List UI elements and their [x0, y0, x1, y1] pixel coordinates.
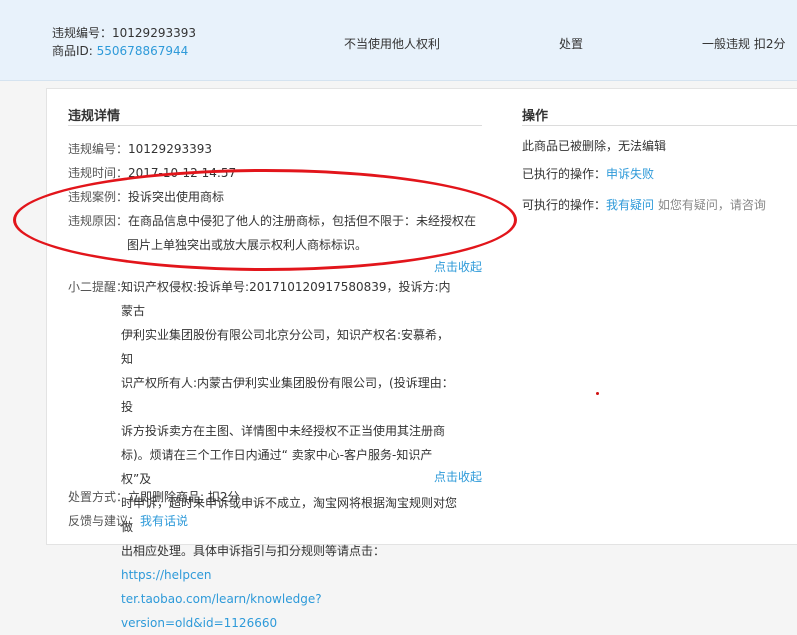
detail-feedback-row: 反馈与建议：我有话说: [68, 509, 188, 533]
operations-divider: [522, 125, 797, 126]
tip-line: 标)。烦请在三个工作日内通过“ 卖家中心-客户服务-知识产权”及: [121, 448, 433, 486]
summary-violation-id: 违规编号：10129293393: [52, 24, 196, 42]
summary-action: 处置: [559, 37, 584, 51]
appeal-failed-link[interactable]: 申诉失败: [606, 167, 654, 181]
tip-line: 诉方投诉卖方在主图、详情图中未经授权不正当使用其注册商: [121, 424, 446, 438]
collapse-tip-link[interactable]: 点击收起: [434, 468, 482, 485]
help-center-link-continued[interactable]: ter.taobao.com/learn/knowledge?version=o…: [121, 592, 322, 630]
detail-reason-row: 违规原因：在商品信息中侵犯了他人的注册商标，包括但不限于：未经授权在: [68, 209, 476, 233]
detail-id-row: 违规编号：10129293393: [68, 137, 212, 161]
available-hint: 如您有疑问，请咨询: [654, 198, 766, 212]
detail-time-row: 违规时间：2017-10-12 14:57: [68, 161, 236, 185]
details-title: 违规详情: [68, 109, 121, 124]
violation-detail-card: 违规详情 违规编号：10129293393 违规时间：2017-10-12 14…: [46, 88, 797, 630]
summary-id-column: 违规编号：10129293393 商品ID: 550678867944: [52, 24, 196, 60]
feedback-link[interactable]: 我有话说: [140, 514, 188, 528]
detail-case-value: 投诉突出使用商标: [128, 190, 225, 204]
detail-id-value: 10129293393: [128, 142, 212, 156]
executed-ops-row: 已执行的操作：申诉失败: [522, 164, 654, 184]
detail-reason-label: 违规原因：: [68, 214, 129, 228]
summary-violation-id-value: 10129293393: [112, 26, 196, 40]
have-question-link[interactable]: 我有疑问: [606, 198, 654, 212]
handling-value: 立即删除商品; 扣2分: [128, 490, 240, 504]
red-annotation-dot: [596, 392, 599, 395]
tip-link-continued: ter.taobao.com/learn/knowledge?version=o…: [121, 587, 461, 635]
operations-title: 操作: [522, 109, 549, 124]
detail-handling-row: 处置方式：立即删除商品; 扣2分: [68, 485, 240, 509]
detail-time-value: 2017-10-12 14:57: [128, 166, 237, 180]
summary-reason: 不当使用他人权利: [344, 37, 441, 51]
detail-case-label: 违规案例：: [68, 190, 129, 204]
detail-tip-label: 小二提醒：: [68, 275, 128, 299]
detail-reason-line1: 在商品信息中侵犯了他人的注册商标，包括但不限于：未经授权在: [128, 214, 477, 228]
summary-product-id-label: 商品ID:: [52, 44, 97, 58]
handling-label: 处置方式：: [68, 490, 129, 504]
summary-penalty: 一般违规 扣2分: [702, 37, 786, 51]
available-ops-row: 可执行的操作：我有疑问 如您有疑问，请咨询: [522, 195, 766, 215]
detail-tip-paragraph: 知识产权侵权:投诉单号:201710120917580839，投诉方:内蒙古 伊…: [121, 275, 461, 635]
deleted-note: 此商品已被删除，无法编辑: [522, 139, 667, 153]
tip-line: 知识产权侵权:投诉单号:201710120917580839，投诉方:内蒙古: [121, 280, 451, 318]
collapse-reason-link[interactable]: 点击收起: [434, 258, 482, 275]
product-id-link[interactable]: 550678867944: [97, 44, 189, 58]
detail-reason-line2: 图片上单独突出或放大展示权利人商标标识。: [127, 238, 368, 252]
violation-summary-bar: 违规编号：10129293393 商品ID: 550678867944 不当使用…: [0, 0, 797, 81]
summary-product-id: 商品ID: 550678867944: [52, 42, 196, 60]
detail-id-label: 违规编号：: [68, 142, 129, 156]
summary-violation-id-label: 违规编号：: [52, 26, 113, 40]
details-divider: [68, 125, 482, 126]
help-center-link[interactable]: https://helpcen: [121, 568, 212, 582]
detail-case-row: 违规案例：投诉突出使用商标: [68, 185, 224, 209]
tip-line: 伊利实业集团股份有限公司北京分公司，知识产权名:安慕希，知: [121, 328, 450, 366]
tip-line: 识产权所有人:内蒙古伊利实业集团股份有限公司，(投诉理由：投: [121, 376, 454, 414]
tip-line-with-link: 出相应处理。具体申诉指引与扣分规则等请点击： https://helpcen: [121, 539, 461, 587]
available-label: 可执行的操作：: [522, 198, 607, 212]
tip-line: 出相应处理。具体申诉指引与扣分规则等请点击：: [121, 544, 386, 558]
feedback-label: 反馈与建议：: [68, 514, 141, 528]
detail-time-label: 违规时间：: [68, 166, 129, 180]
executed-label: 已执行的操作：: [522, 167, 607, 181]
tip-label-text: 小二提醒：: [68, 280, 129, 294]
